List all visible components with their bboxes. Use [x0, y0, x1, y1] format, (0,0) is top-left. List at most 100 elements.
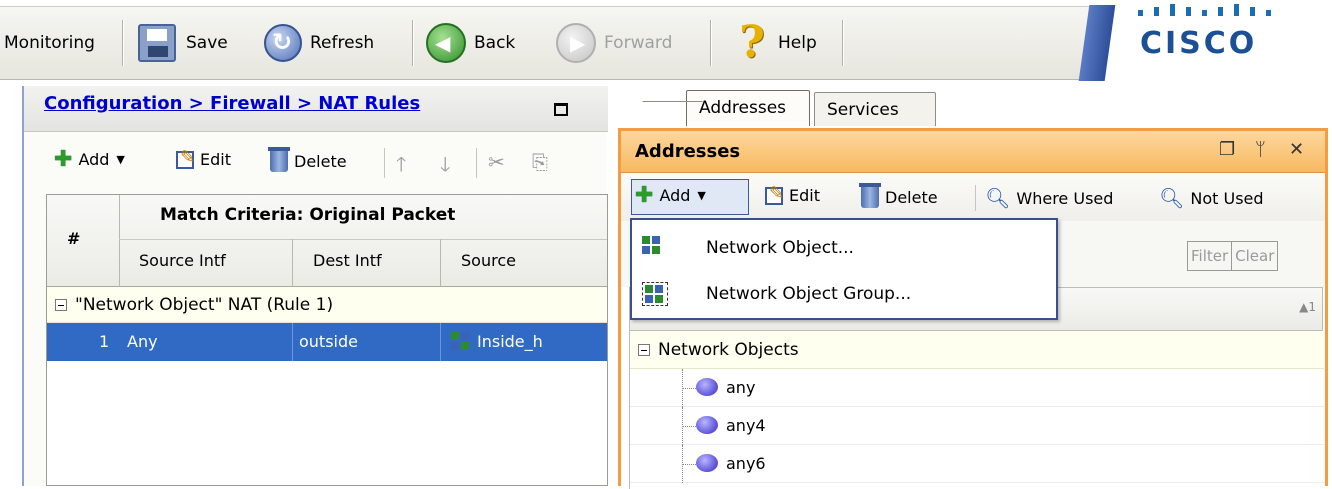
table-row[interactable]: 1 Any outside Inside_h	[47, 323, 607, 361]
monitoring-button[interactable]: Monitoring	[4, 16, 95, 70]
not-used-label: Not Used	[1190, 188, 1264, 208]
column-group-header: Match Criteria: Original Packet	[160, 205, 456, 225]
help-label: Help	[778, 33, 817, 53]
tree-group-label: Network Objects	[658, 339, 799, 360]
network-objects-tree: Network Objects any any4 any6	[629, 331, 1324, 489]
panel-title: Addresses	[635, 141, 741, 162]
save-label: Save	[186, 33, 228, 53]
move-down-button[interactable]: 🡓	[440, 150, 450, 184]
list-item[interactable]: any4	[630, 407, 1324, 445]
delete-rule-button[interactable]: Delete	[268, 147, 347, 172]
restore-icon[interactable]: ❐	[1219, 139, 1235, 160]
source-intf-cell: Any	[127, 332, 158, 351]
refresh-button[interactable]: Refresh	[264, 16, 374, 70]
main-toolbar: Monitoring Save Refresh Back Forward ? H…	[0, 0, 1332, 86]
collapse-icon[interactable]	[638, 343, 650, 356]
list-item[interactable]: any	[630, 369, 1324, 407]
nat-rules-panel: Configuration > Firewall > NAT Rules ✚ A…	[22, 86, 608, 486]
panel-title-bar: Configuration > Firewall > NAT Rules	[24, 86, 608, 132]
column-header-number[interactable]: #	[67, 229, 80, 248]
rule-number: 1	[99, 332, 110, 351]
cisco-logo-text: CISCO	[1140, 26, 1258, 61]
not-used-button[interactable]: 🔍︎ Not Used	[1159, 186, 1264, 210]
breadcrumb[interactable]: Configuration > Firewall > NAT Rules	[44, 93, 420, 114]
object-tabs: Addresses Services	[626, 86, 1332, 128]
tab-services-label: Services	[827, 100, 899, 120]
magnifier-icon: 🔍︎	[1159, 186, 1185, 210]
toolbar-separator	[122, 20, 124, 66]
network-object-group-icon	[642, 282, 668, 306]
menu-item-network-object-group[interactable]: Network Object Group...	[632, 272, 1056, 316]
cisco-logo-bars	[1138, 4, 1288, 16]
menu-item-label: Network Object Group...	[706, 284, 912, 304]
cisco-logo: CISCO	[1138, 0, 1298, 80]
add-object-button-content[interactable]: ✚ Add ▼	[635, 182, 706, 208]
cut-button[interactable]: ✂	[488, 150, 505, 174]
close-icon[interactable]: ✕	[1289, 139, 1304, 160]
toolbar-separator	[476, 148, 477, 178]
nat-toolbar: ✚ Add ▼ Edit Delete 🡑 🡓 ✂ ⎘	[24, 132, 608, 194]
source-cell: Inside_h	[477, 332, 543, 351]
sort-indicator: ▲1	[1299, 300, 1316, 314]
trash-icon	[859, 183, 881, 208]
network-any-icon	[696, 416, 718, 434]
copy-button[interactable]: ⎘	[532, 150, 548, 174]
tree-item-label: any6	[726, 454, 766, 473]
tree-item-label: any4	[726, 416, 766, 435]
rule-group-row[interactable]: "Network Object" NAT (Rule 1)	[47, 287, 607, 323]
forward-button[interactable]: Forward	[556, 16, 672, 70]
edit-object-button[interactable]: Edit	[765, 183, 820, 205]
toolbar-separator	[412, 20, 414, 66]
addresses-title-bar: Addresses ❐ ᛘ ✕	[621, 131, 1325, 173]
edit-label: Edit	[200, 150, 231, 169]
move-up-button[interactable]: 🡑	[396, 150, 406, 184]
delete-label: Delete	[294, 151, 347, 171]
delete-object-button[interactable]: Delete	[859, 183, 938, 208]
refresh-label: Refresh	[310, 33, 375, 53]
help-button[interactable]: ? Help	[736, 16, 817, 70]
forward-arrow-icon	[556, 23, 596, 63]
filter-buttons: Filter Clear	[1187, 241, 1279, 271]
add-rule-button[interactable]: ✚ Add ▼	[54, 146, 125, 172]
save-button[interactable]: Save	[138, 16, 228, 70]
edit-rule-button[interactable]: Edit	[176, 147, 231, 169]
arrow-down-icon: 🡓	[440, 152, 451, 176]
dest-intf-cell: outside	[299, 332, 358, 351]
add-label: Add	[78, 150, 110, 169]
table-header: # Match Criteria: Original Packet Source…	[47, 195, 607, 287]
back-label: Back	[474, 33, 516, 53]
network-object-icon	[451, 332, 471, 350]
tree-group-network-objects[interactable]: Network Objects	[630, 331, 1324, 369]
nat-rules-table: # Match Criteria: Original Packet Source…	[46, 194, 608, 486]
edit-label: Edit	[789, 186, 820, 205]
back-button[interactable]: Back	[426, 16, 515, 70]
help-question-icon: ?	[739, 17, 765, 68]
list-item[interactable]: any6	[630, 445, 1324, 483]
scissors-icon: ✂	[488, 150, 505, 174]
column-header-source-intf[interactable]: Source Intf	[139, 251, 226, 270]
collapse-icon[interactable]	[55, 298, 67, 311]
tab-services[interactable]: Services	[814, 92, 936, 126]
clear-button[interactable]: Clear	[1231, 242, 1277, 270]
network-object-icon	[642, 236, 664, 256]
filter-button[interactable]: Filter	[1188, 242, 1231, 270]
pin-icon[interactable]: ᛘ	[1255, 139, 1266, 160]
back-arrow-icon	[426, 23, 466, 63]
tab-addresses[interactable]: Addresses	[686, 90, 810, 126]
where-used-label: Where Used	[1016, 188, 1114, 208]
delete-label: Delete	[885, 187, 938, 207]
column-header-source[interactable]: Source	[461, 251, 516, 270]
copy-icon: ⎘	[532, 150, 548, 174]
plus-icon: ✚	[54, 146, 73, 172]
forward-label: Forward	[604, 33, 673, 53]
plus-icon: ✚	[635, 182, 654, 208]
arrow-up-icon: 🡑	[396, 152, 407, 176]
refresh-icon	[264, 24, 302, 62]
menu-item-network-object[interactable]: Network Object...	[632, 226, 1056, 270]
where-used-button[interactable]: 🔍︎ Where Used	[985, 186, 1113, 210]
toolbar-separator	[384, 148, 385, 178]
chevron-down-icon: ▼	[697, 189, 706, 202]
column-header-dest-intf[interactable]: Dest Intf	[313, 251, 382, 270]
maximize-icon[interactable]	[554, 103, 568, 116]
toolbar-separator	[842, 20, 844, 66]
